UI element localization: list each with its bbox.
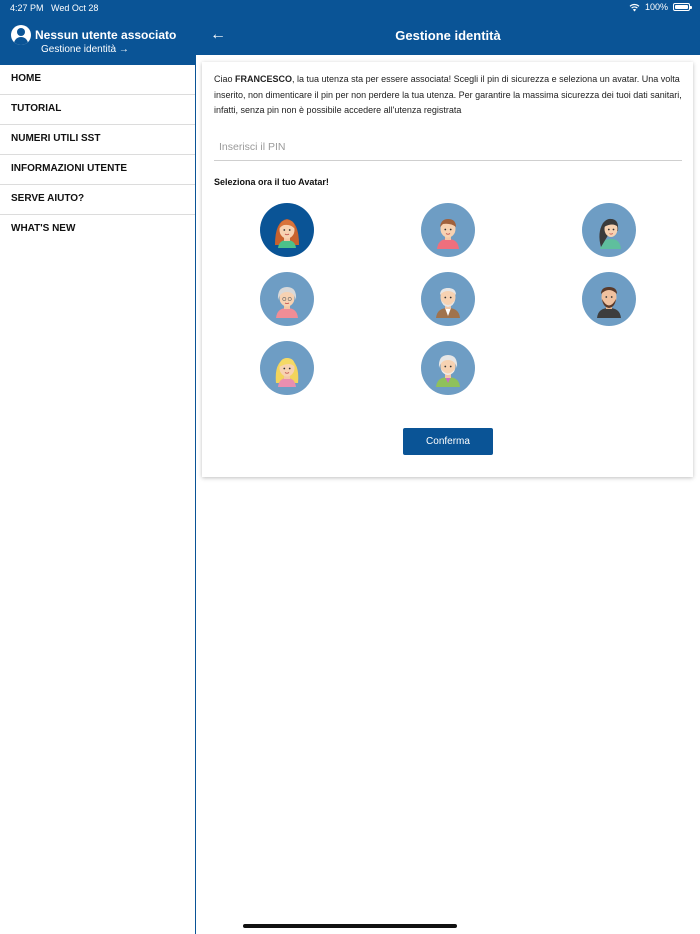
old-man-avatar-icon [436, 355, 460, 387]
user-first-name: FRANCESCO [235, 74, 293, 84]
intro-text: Ciao FRANCESCO, la tua utenza sta per es… [214, 72, 684, 119]
girl-avatar-icon [275, 219, 299, 248]
sidebar-item-whats-new[interactable]: WHAT'S NEW [0, 215, 195, 245]
identity-card: Ciao FRANCESCO, la tua utenza sta per es… [202, 62, 693, 477]
avatar-prompt: Seleziona ora il tuo Avatar! [214, 177, 329, 187]
home-indicator[interactable] [243, 924, 457, 928]
sidebar-divider [195, 16, 196, 934]
bearded-man-avatar-icon [597, 287, 621, 318]
sidebar-item-home[interactable]: HOME [0, 65, 195, 95]
status-time: 4:27 PM [10, 3, 44, 13]
woman-avatar-icon [599, 218, 621, 249]
avatar-option-old-man[interactable] [421, 341, 475, 395]
greeting-prefix: Ciao [214, 74, 236, 84]
avatar-option-woman[interactable] [582, 203, 636, 257]
avatar-option-boy[interactable] [421, 203, 475, 257]
sidebar-menu: HOME TUTORIAL NUMERI UTILI SST INFORMAZI… [0, 65, 195, 245]
identity-link-label: Gestione identità [41, 44, 117, 55]
grandpa-avatar-icon [436, 288, 460, 318]
sidebar-header: Nessun utente associato Gestione identit… [0, 16, 195, 65]
blonde-girl-avatar-icon [275, 358, 299, 387]
boy-avatar-icon [437, 219, 459, 249]
grandma-avatar-icon [276, 287, 298, 318]
sidebar-item-serve-aiuto[interactable]: SERVE AIUTO? [0, 185, 195, 215]
avatar-option-grandpa[interactable] [421, 272, 475, 326]
wifi-icon [629, 3, 640, 11]
avatar-option-grandma[interactable] [260, 272, 314, 326]
avatar-option-blonde-girl[interactable] [260, 341, 314, 395]
sidebar-item-tutorial[interactable]: TUTORIAL [0, 95, 195, 125]
identity-management-link[interactable]: Gestione identità → [41, 44, 129, 55]
main-header: ← Gestione identità [196, 16, 700, 55]
avatar-option-girl[interactable] [260, 203, 314, 257]
page-title: Gestione identità [395, 28, 501, 43]
confirm-button[interactable]: Conferma [403, 428, 493, 455]
avatar-option-bearded-man[interactable] [582, 272, 636, 326]
sidebar-item-numeri-utili[interactable]: NUMERI UTILI SST [0, 125, 195, 155]
battery-icon [673, 3, 692, 11]
sidebar-item-informazioni-utente[interactable]: INFORMAZIONI UTENTE [0, 155, 195, 185]
status-date: Wed Oct 28 [51, 3, 99, 13]
battery-percentage: 100% [644, 2, 668, 12]
status-bar: 4:27 PM Wed Oct 28 100% [0, 0, 700, 16]
arrow-right-icon: → [118, 44, 129, 55]
user-avatar-icon [11, 25, 31, 45]
status-right: 100% [629, 2, 692, 12]
pin-input[interactable] [214, 134, 682, 161]
user-name: Nessun utente associato [35, 28, 177, 42]
